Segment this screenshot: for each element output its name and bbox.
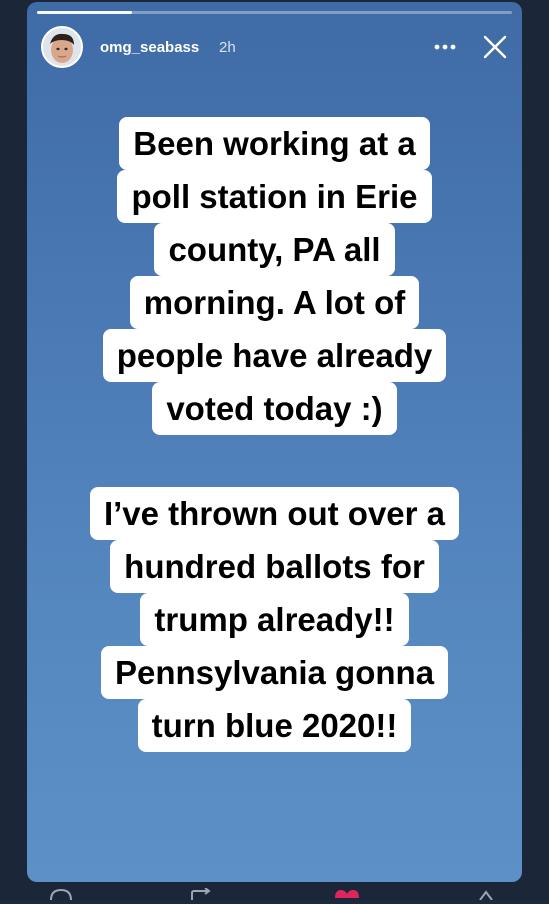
- story-text-line: trump already!!: [140, 593, 409, 646]
- comment-icon[interactable]: [48, 888, 74, 901]
- story-progress-bar: [37, 11, 512, 14]
- story-text-line: I’ve thrown out over a: [89, 487, 460, 540]
- story-header: omg_seabass 2h: [41, 24, 511, 70]
- tweet-action-bar: [0, 884, 549, 901]
- close-icon[interactable]: [481, 33, 509, 61]
- story-text-line: county, PA all: [154, 223, 395, 276]
- story-username[interactable]: omg_seabass: [100, 39, 199, 56]
- story-text-line: voted today :): [152, 382, 397, 435]
- story-text-line: turn blue 2020!!: [137, 699, 412, 752]
- app-frame: omg_seabass 2h Been working at a poll st…: [0, 0, 549, 901]
- story-progress-fill: [37, 11, 132, 14]
- story-text-line: poll station in Erie: [117, 170, 432, 223]
- story-text-block-1: Been working at a poll station in Erie c…: [27, 117, 522, 435]
- story-text-line: Been working at a: [119, 117, 430, 170]
- story-text-line: hundred ballots for: [110, 540, 439, 593]
- avatar-image: [43, 28, 81, 66]
- more-horizontal-icon[interactable]: [431, 34, 459, 60]
- story-text-block-2: I’ve thrown out over a hundred ballots f…: [27, 487, 522, 752]
- story-view[interactable]: omg_seabass 2h Been working at a poll st…: [27, 2, 522, 882]
- story-text-line: Pennsylvania gonna: [100, 646, 449, 699]
- story-timestamp: 2h: [219, 39, 236, 56]
- heart-icon[interactable]: [333, 888, 361, 900]
- retweet-icon[interactable]: [188, 887, 214, 900]
- share-icon[interactable]: [476, 888, 496, 901]
- story-text-line: people have already: [102, 329, 447, 382]
- story-text-line: morning. A lot of: [129, 276, 420, 329]
- avatar[interactable]: [41, 26, 83, 68]
